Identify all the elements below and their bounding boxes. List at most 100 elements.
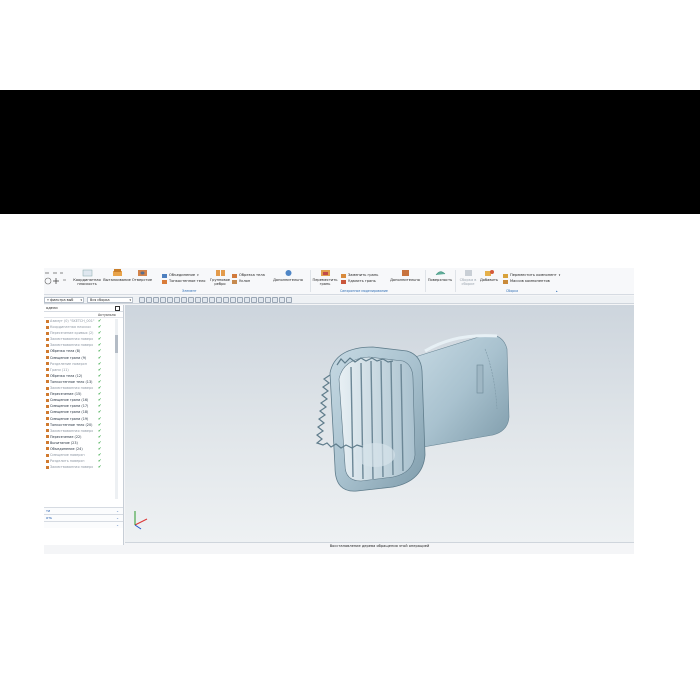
status-message: Восстановление дерева обращения этой опе… — [329, 544, 430, 548]
component-pattern-button[interactable]: Массив компонентов — [503, 279, 550, 284]
render-style-icon[interactable] — [279, 297, 285, 303]
surface-button[interactable]: Поверхность — [427, 269, 453, 282]
tree-row-label: Обрезка тела (12) — [50, 373, 83, 378]
feature-icon — [46, 325, 49, 329]
scrollbar-thumb[interactable] — [115, 335, 118, 353]
feature-icon — [46, 459, 49, 463]
feature-icon — [46, 356, 49, 360]
feature-icon — [46, 392, 49, 396]
tree-row-label: Пересечение кривых (2) — [50, 331, 94, 336]
more-features-button[interactable]: Дополнительно — [270, 269, 306, 282]
tree-row-label: Смещение грани (17) — [50, 404, 89, 409]
undo-redo-icons[interactable] — [44, 270, 64, 276]
extrude-button[interactable]: Выталкивание — [103, 269, 131, 282]
datum-plane-label: Координатная плоскость — [73, 278, 101, 286]
point-snap-icon[interactable] — [174, 297, 180, 303]
merge-button[interactable]: Объединение ▾ — [162, 273, 199, 278]
more-sync-label: Дополнительно — [390, 278, 420, 282]
dropdown-arrow-icon: ▾ — [197, 273, 199, 277]
tree-row-label: Заимствованная поверх — [50, 337, 94, 342]
more-sync-button[interactable]: Дополнительно — [387, 269, 423, 282]
vertex-snap-icon[interactable] — [251, 297, 257, 303]
trim-body-button[interactable]: Обрезка тела — [232, 273, 265, 278]
group-label-assembly: Сборка — [506, 289, 519, 293]
midpoint-snap-icon[interactable] — [188, 297, 194, 303]
feature-icon — [46, 453, 49, 457]
hole-button[interactable]: Отверстие — [132, 269, 152, 282]
move-component-label: Переместить компонент — [510, 273, 557, 277]
feature-icon — [46, 435, 49, 439]
tree-row[interactable]: Заимствованная поверх ✔ — [44, 464, 123, 470]
endpoint-snap-icon[interactable] — [181, 297, 187, 303]
add-component-button[interactable]: Добавить — [479, 269, 499, 282]
dropdown-arrow-icon: ▾ — [129, 298, 131, 302]
quadrant-snap-icon[interactable] — [202, 297, 208, 303]
view-orient-icon[interactable] — [265, 297, 271, 303]
scope-filter-select[interactable]: Вся сборка ▾ — [87, 297, 133, 303]
chevron-down-icon: ⌄ — [116, 523, 119, 527]
zoom-icon[interactable] — [272, 297, 278, 303]
navigator-scrollbar[interactable] — [115, 319, 118, 499]
sketch-tools[interactable] — [44, 277, 66, 285]
tree-row-label: Заимствованная поверх — [50, 428, 94, 433]
move-face-button[interactable]: Переместить грань — [312, 269, 338, 286]
rectangle-select-icon[interactable] — [167, 297, 173, 303]
status-bar: Восстановление дерева обращения этой опе… — [125, 542, 634, 550]
up-to-date-check-icon: ✔ — [98, 464, 102, 470]
tree-row-label: Обрезка тела (8) — [50, 349, 81, 354]
3d-model[interactable] — [125, 305, 634, 542]
tree-row-label: Смещение грани (16) — [50, 398, 89, 403]
curve-snap-icon[interactable] — [244, 297, 250, 303]
deselect-icon[interactable] — [146, 297, 152, 303]
intersection-snap-icon[interactable] — [209, 297, 215, 303]
line-snap-icon[interactable] — [223, 297, 229, 303]
edge-snap-icon[interactable] — [237, 297, 243, 303]
subassembly-icon — [464, 270, 472, 276]
pattern-feature-button[interactable]: Групповое ребро — [208, 269, 232, 286]
component-pattern-label: Массив компонентов — [510, 279, 550, 283]
tangent-snap-icon[interactable] — [216, 297, 222, 303]
type-filter-value: т фильтра выб — [47, 298, 74, 302]
move-component-icon — [503, 273, 508, 278]
select-all-icon[interactable] — [139, 297, 145, 303]
subassembly-button[interactable]: Сборка в сборке — [457, 269, 479, 286]
center-snap-icon[interactable] — [195, 297, 201, 303]
preview-panel[interactable]: ⌄ — [44, 521, 123, 528]
tree-row-label: Координатная плоскос — [50, 325, 92, 330]
feature-icon — [46, 386, 49, 390]
ribbon-collapse-arrow-icon[interactable]: ▴ — [556, 289, 558, 294]
ribbon-toolbar: Координатная плоскость Выталкивание Отве… — [44, 268, 634, 295]
delete-face-button[interactable]: Удалить грань — [341, 279, 376, 284]
extrude-icon — [112, 269, 122, 276]
tree-row-label: Пересечение (22) — [50, 434, 82, 439]
face-snap-icon[interactable] — [230, 297, 236, 303]
grid-snap-icon[interactable] — [258, 297, 264, 303]
datum-plane-button[interactable]: Координатная плоскость — [73, 269, 101, 286]
tree-row-label: Тонкостенное тело (13) — [50, 379, 93, 384]
filter-icon[interactable] — [153, 297, 159, 303]
dependencies-panel-label: ти — [46, 509, 51, 513]
tree-row-label: Грани (11) — [50, 367, 69, 372]
feature-icon — [46, 441, 49, 445]
component-pattern-icon — [503, 279, 508, 284]
type-filter-select[interactable]: т фильтра выб ▾ — [44, 297, 84, 303]
move-component-button[interactable]: Переместить компонент ▾ — [503, 273, 560, 278]
thin-body-button[interactable]: Тонкостенное тело — [162, 279, 205, 284]
lasso-icon[interactable] — [160, 297, 166, 303]
replace-face-button[interactable]: Заменить грань — [341, 273, 378, 278]
part-navigator: одели Актуально Азимут (0) "SKETCH_001" ✔… — [44, 305, 124, 545]
details-panel[interactable]: ать ⌄ — [44, 514, 123, 521]
draft-button[interactable]: Уклон — [232, 279, 250, 284]
layer-icon[interactable] — [286, 297, 292, 303]
feature-icon — [46, 380, 49, 384]
feature-tree: Азимут (0) "SKETCH_001" ✔ Координатная пло… — [44, 318, 123, 470]
axis-triad — [134, 511, 148, 530]
graphics-viewport[interactable] — [125, 305, 634, 542]
delete-face-label: Удалить грань — [348, 279, 376, 283]
dependencies-panel[interactable]: ти ⌄ — [44, 507, 123, 514]
navigator-maximize-icon[interactable] — [115, 306, 120, 311]
move-face-icon — [320, 270, 330, 276]
trim-body-label: Обрезка тела — [239, 273, 265, 277]
tree-row-label: Объединение (24) — [50, 446, 83, 451]
scope-filter-value: Вся сборка — [90, 298, 110, 302]
